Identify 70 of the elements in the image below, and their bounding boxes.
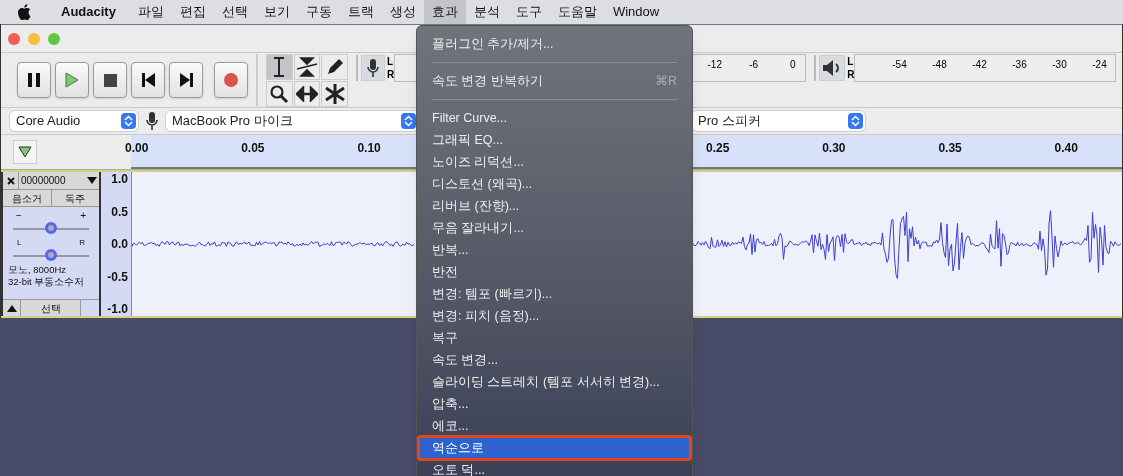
ruler-label: 0.40 — [1054, 140, 1078, 157]
menu-item[interactable]: 노이즈 리덕션... — [419, 151, 690, 173]
gain-minus-label: − — [16, 210, 22, 221]
menu-item[interactable]: 반전 — [419, 261, 690, 283]
pan-right-label: R — [79, 237, 85, 248]
meter-tick-label: -30 — [1051, 58, 1068, 72]
menu-bar-item[interactable]: Audacity — [53, 0, 124, 24]
ruler-label: 0.25 — [706, 140, 730, 157]
meter-tick-label: -36 — [1011, 58, 1028, 72]
menu-item[interactable]: 변경: 템포 (빠르기)... — [419, 283, 690, 305]
amplitude-label: 1.0 — [111, 172, 128, 186]
menu-item[interactable]: 리버브 (잔향)... — [419, 195, 690, 217]
menu-bar-item[interactable]: 도움말 — [549, 0, 605, 24]
menu-item[interactable]: 역순으로 — [419, 437, 690, 459]
meter-tick-label: 0 — [788, 58, 797, 72]
ruler-label: 0.30 — [822, 140, 846, 157]
menu-item[interactable]: 변경: 피치 (음정)... — [419, 305, 690, 327]
menu-bar-item[interactable]: 편집 — [171, 0, 214, 24]
menu-item[interactable]: 그래픽 EQ... — [419, 129, 690, 151]
menu-bar-item[interactable]: 보기 — [255, 0, 298, 24]
meter-tick-label: -24 — [1091, 58, 1108, 72]
menu-bar-item[interactable]: 분석 — [465, 0, 508, 24]
meter-tick-label: -54 — [891, 58, 908, 72]
amplitude-label: -1.0 — [107, 302, 128, 316]
playback-device-select[interactable]: Pro 스피커 — [692, 111, 865, 131]
amplitude-label: 0.0 — [111, 237, 128, 251]
channel-label: R — [387, 68, 395, 81]
menu-bar-item[interactable]: 효과 — [423, 0, 466, 24]
menu-item[interactable]: 플러그인 추가/제거... — [419, 33, 690, 55]
ruler-label: 0.35 — [938, 140, 962, 157]
menu-item[interactable]: 압축... — [419, 393, 690, 415]
meter-tick-label: -42 — [971, 58, 988, 72]
gain-plus-label: + — [80, 210, 86, 221]
menu-item[interactable]: 속도 변경... — [419, 349, 690, 371]
menu-item[interactable]: 속도 변경 반복하기 ⌘R — [419, 70, 690, 92]
track-name-dropdown[interactable]: 00000000 — [19, 172, 99, 189]
meter-tick-label: -6 — [748, 58, 760, 72]
menu-bar-item[interactable]: 도구 — [507, 0, 550, 24]
channel-label: R — [847, 68, 855, 81]
mute-button[interactable]: 음소거 — [3, 190, 52, 206]
menu-item[interactable]: 반복... — [419, 239, 690, 261]
amplitude-label: 0.5 — [111, 204, 128, 219]
channel-label: L — [847, 55, 855, 68]
pan-left-label: L — [17, 237, 22, 248]
menu-item[interactable]: 디스토션 (왜곡)... — [419, 173, 690, 195]
solo-button[interactable]: 독주 — [51, 190, 99, 206]
menu-bar-item[interactable]: Window — [604, 0, 668, 24]
menu-item[interactable]: 무음 잘라내기... — [419, 217, 690, 239]
channel-label: L — [387, 55, 395, 68]
ruler-label: 0.05 — [241, 140, 265, 157]
menu-item[interactable]: 복구 — [419, 327, 690, 349]
menu-bar-item[interactable]: 선택 — [213, 0, 256, 24]
ruler-label: 0.00 — [125, 140, 149, 157]
menu-item[interactable]: 슬라이딩 스트레치 (템포 서서히 변경)... — [419, 371, 690, 393]
ruler-label: 0.10 — [357, 140, 381, 157]
track-info-text: 32-bit 부동소수저 — [8, 276, 86, 288]
audio-host-select[interactable]: Core Audio — [10, 111, 138, 131]
meter-tick-label: -48 — [931, 58, 948, 72]
recording-device-select[interactable]: MacBook Pro 마이크 — [166, 111, 418, 131]
meter-tick-label: -12 — [706, 58, 723, 72]
menu-bar-item[interactable]: 트랙 — [339, 0, 382, 24]
menu-bar-item[interactable]: 구동 — [297, 0, 340, 24]
menu-bar-item[interactable]: 생성 — [381, 0, 424, 24]
select-button[interactable]: 선택 — [21, 300, 81, 316]
amplitude-label: -0.5 — [107, 269, 128, 284]
menu-item[interactable]: 에코... — [419, 415, 690, 437]
menu-bar-item[interactable]: 파일 — [129, 0, 172, 24]
menu-item[interactable]: 오토 덕... — [419, 459, 690, 476]
menu-item[interactable]: Filter Curve... — [419, 107, 690, 129]
track-info-text: 모노, 8000Hz — [8, 264, 68, 276]
